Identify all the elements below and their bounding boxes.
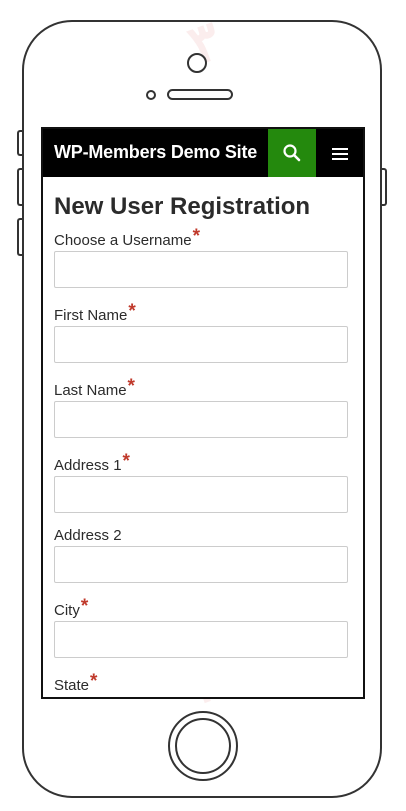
required-marker: * xyxy=(80,596,89,617)
username-input[interactable] xyxy=(54,251,348,288)
menu-toggle-button[interactable] xyxy=(316,129,363,177)
required-marker: * xyxy=(128,301,136,322)
city-label: City* xyxy=(54,596,89,621)
address1-input[interactable] xyxy=(54,476,348,513)
label-text: Address 1 xyxy=(54,457,122,474)
required-marker: * xyxy=(90,671,98,692)
proximity-sensor xyxy=(146,90,156,100)
label-text: Choose a Username xyxy=(54,232,192,249)
required-marker: * xyxy=(122,451,130,472)
label-text: Address 2 xyxy=(54,527,122,544)
last-name-label: Last Name* xyxy=(54,376,135,401)
required-marker: * xyxy=(192,226,200,247)
home-button-ring xyxy=(175,718,231,774)
power-button xyxy=(382,168,387,206)
state-label: State* xyxy=(54,671,98,696)
earpiece-speaker xyxy=(167,89,233,100)
label-text: State xyxy=(54,677,90,694)
address2-label: Address 2 xyxy=(54,527,122,544)
first-name-input[interactable] xyxy=(54,326,348,363)
label-text: City xyxy=(54,602,80,619)
search-icon xyxy=(283,144,301,162)
phone-screen: WP-Members Demo Site New User Registrati… xyxy=(41,127,365,699)
stage: ۳ ۳ ۳ ۳ WP-Members Demo Site xyxy=(0,0,406,811)
label-text: First Name xyxy=(54,307,128,324)
site-header: WP-Members Demo Site xyxy=(43,129,363,177)
label-text: Last Name xyxy=(54,382,127,399)
home-button[interactable] xyxy=(168,711,238,781)
username-label: Choose a Username* xyxy=(54,226,200,251)
volume-up-button xyxy=(17,168,22,206)
first-name-label: First Name* xyxy=(54,301,136,326)
search-toggle-button[interactable] xyxy=(268,129,316,177)
address2-input[interactable] xyxy=(54,546,348,583)
last-name-input[interactable] xyxy=(54,401,348,438)
front-camera xyxy=(187,53,207,73)
required-marker: * xyxy=(127,376,135,397)
volume-down-button xyxy=(17,218,22,256)
address1-label: Address 1* xyxy=(54,451,130,476)
mute-switch xyxy=(17,130,22,156)
page-title: New User Registration xyxy=(54,193,311,220)
hamburger-menu-icon xyxy=(332,148,348,160)
site-title[interactable]: WP-Members Demo Site xyxy=(54,142,257,163)
city-input[interactable] xyxy=(54,621,348,658)
